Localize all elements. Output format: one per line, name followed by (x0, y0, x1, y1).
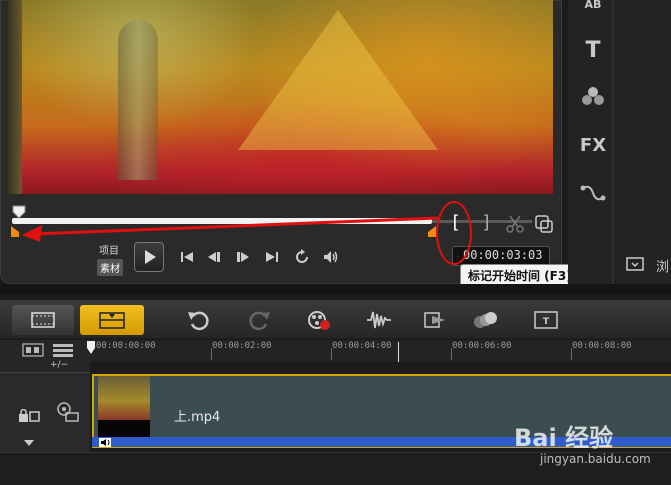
undo-button[interactable] (186, 308, 212, 332)
auto-music-button[interactable] (422, 308, 448, 332)
clip-thumbnail-frame (98, 420, 150, 438)
annotation-arrow (22, 216, 439, 242)
repeat-button[interactable] (293, 248, 311, 266)
auto-music-icon (424, 312, 445, 328)
tab-storyboard-view[interactable] (12, 305, 74, 335)
video-track-header (0, 372, 90, 452)
graphics-icon[interactable] (578, 86, 608, 112)
ruler-tick (211, 348, 212, 360)
redo-button[interactable] (246, 308, 272, 332)
subtitle-button[interactable]: T (533, 308, 559, 332)
skip-end-icon (266, 252, 278, 262)
watermark-text: Bai 经验 (514, 424, 614, 452)
sidebar-divider (612, 0, 614, 284)
svg-text:T: T (543, 317, 550, 327)
sound-mixer-icon (367, 311, 391, 329)
previous-frame-button[interactable] (205, 248, 223, 266)
project-mode-label[interactable]: 项目 (99, 242, 119, 257)
ruler-marker (398, 342, 399, 362)
track-manager-icon[interactable] (22, 343, 44, 357)
add-remove-track-label[interactable]: +/− (50, 360, 68, 370)
browse-icon[interactable] (626, 256, 644, 272)
browse-label[interactable]: 浏 (656, 256, 669, 275)
ruler-tick (331, 348, 332, 360)
list-icon[interactable] (52, 343, 74, 357)
go-to-end-button[interactable] (263, 248, 281, 266)
title-t-icon[interactable]: T (578, 38, 608, 64)
redo-icon (249, 311, 270, 331)
timeline-icon (99, 312, 125, 329)
go-to-start-button[interactable] (178, 248, 196, 266)
track-tools: +/− (0, 340, 90, 372)
text-ab-icon[interactable]: AB (578, 0, 608, 18)
step-forward-icon (237, 252, 249, 262)
ruler-label: 00:00:08:00 (572, 341, 632, 351)
play-icon (145, 250, 156, 264)
annotation-circle (436, 201, 472, 265)
skip-start-icon (181, 252, 193, 262)
clip-name: 上.mp4 (174, 410, 221, 425)
ruler-tick (571, 348, 572, 360)
ruler-label: 00:00:00:00 (96, 341, 156, 351)
video-preview (8, 0, 553, 194)
clip-mode-label[interactable]: 素材 (97, 259, 123, 276)
motion-track-icon (474, 312, 497, 328)
volume-button[interactable] (322, 248, 340, 266)
enlarge-preview-icon[interactable] (534, 214, 554, 234)
chevron-down-icon[interactable] (23, 439, 35, 447)
path-icon[interactable] (578, 182, 608, 208)
ruler-tick (451, 348, 452, 360)
timeline-playhead[interactable] (86, 340, 96, 356)
video-track-icon (57, 402, 79, 422)
step-back-icon (208, 252, 220, 262)
mark-out-button[interactable]: ] (477, 212, 495, 236)
record-capture-button[interactable] (306, 308, 332, 332)
tab-timeline-view[interactable] (80, 305, 144, 335)
speaker-icon (324, 251, 338, 263)
subtitle-icon: T (534, 311, 558, 329)
film-strip-icon (31, 312, 55, 328)
ruler-label: 00:00:06:00 (452, 341, 512, 351)
fx-icon[interactable]: FX (578, 133, 608, 159)
lock-track-icon[interactable] (18, 409, 40, 423)
motion-track-button[interactable] (472, 308, 498, 332)
scissors-icon[interactable] (505, 214, 525, 234)
repeat-icon (296, 249, 308, 263)
play-button[interactable] (134, 242, 164, 272)
record-capture-icon (308, 311, 330, 330)
sound-mixer-button[interactable] (366, 308, 392, 332)
watermark-url: jingyan.baidu.com (540, 452, 651, 466)
mark-in-handle[interactable] (10, 226, 20, 238)
ruler-label: 00:00:04:00 (332, 341, 392, 351)
audio-speaker-icon[interactable] (99, 438, 111, 447)
undo-icon (188, 311, 209, 331)
timecode-value: 00:00:03:03 (463, 248, 543, 262)
next-frame-button[interactable] (234, 248, 252, 266)
ruler-label: 00:00:02:00 (212, 341, 272, 351)
panel-divider[interactable] (0, 284, 671, 294)
